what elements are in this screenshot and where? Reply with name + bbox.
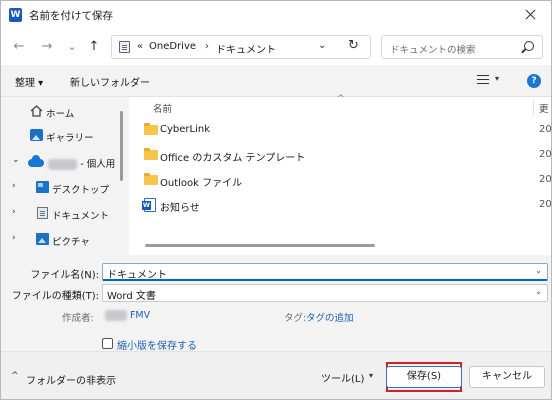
search-icon[interactable] bbox=[524, 41, 534, 51]
sidebar-item-label: ピクチャ bbox=[52, 237, 90, 248]
chevron-right-icon[interactable]: › bbox=[12, 207, 16, 217]
close-button[interactable] bbox=[515, 3, 545, 27]
search-input[interactable]: ドキュメントの検索 bbox=[390, 42, 476, 56]
view-dropdown[interactable]: ▾ bbox=[495, 74, 499, 83]
list-item[interactable]: Office のカスタム テンプレート 20 bbox=[129, 143, 551, 167]
sidebar-item-onedrive[interactable]: ⌄ ████ - 個人用 bbox=[1, 151, 123, 173]
documents-icon bbox=[119, 41, 130, 53]
column-header-name[interactable]: 名前 bbox=[153, 101, 172, 115]
back-button[interactable]: ← bbox=[10, 38, 28, 56]
folder-icon bbox=[144, 148, 158, 160]
save-thumbnail-label[interactable]: 縮小版を保存する bbox=[117, 337, 197, 352]
sidebar-item-label: ギャラリー bbox=[46, 133, 94, 144]
file-name: Outlook ファイル bbox=[160, 178, 243, 189]
chevron-up-icon[interactable]: ^ bbox=[11, 371, 19, 381]
chevron-down-icon[interactable]: ⌄ bbox=[535, 287, 542, 296]
folder-icon bbox=[144, 123, 158, 135]
file-name: Office のカスタム テンプレート bbox=[160, 153, 306, 164]
forward-button[interactable]: → bbox=[38, 38, 56, 56]
chevron-down-icon[interactable]: ⌄ bbox=[12, 155, 20, 165]
organize-menu[interactable]: 整理 ▾ bbox=[15, 74, 43, 89]
author-label: 作成者: bbox=[62, 313, 94, 324]
sidebar-item-label: ホーム bbox=[46, 109, 75, 120]
file-name: CyberLink bbox=[160, 124, 210, 135]
recent-locations-button[interactable]: ⌄ bbox=[63, 38, 81, 56]
view-options-icon[interactable] bbox=[477, 75, 489, 84]
filetype-value: Word 文書 bbox=[107, 291, 156, 302]
desktop-icon bbox=[36, 181, 49, 193]
chevron-right-icon[interactable]: › bbox=[12, 233, 16, 243]
file-name: お知らせ bbox=[160, 203, 200, 214]
tools-dropdown-icon[interactable]: ▾ bbox=[369, 371, 373, 380]
dialog-footer: ^ フォルダーの非表示 ツール(L) ▾ 保存(S) キャンセル bbox=[1, 351, 551, 399]
save-form: ファイル名(N): ドキュメント ⌄ ファイルの種類(T): Word 文書 ⌄… bbox=[1, 255, 551, 352]
column-divider[interactable] bbox=[533, 99, 534, 115]
filename-label: ファイル名(N): bbox=[30, 270, 99, 281]
tags-label: タグ: bbox=[284, 313, 307, 324]
sidebar-item-documents[interactable]: › ドキュメント bbox=[1, 203, 123, 225]
sidebar-item-label: ████ - 個人用 bbox=[48, 156, 115, 170]
navigation-bar: ← → ⌄ ↑ « OneDrive › ドキュメント ⌄ ↻ ドキュメントの検… bbox=[1, 29, 551, 65]
filename-field[interactable]: ドキュメント ⌄ bbox=[102, 263, 548, 281]
column-header-date[interactable]: 更 bbox=[539, 101, 549, 115]
list-item[interactable]: お知らせ 20 bbox=[129, 193, 551, 217]
hide-folders-button[interactable]: フォルダーの非表示 bbox=[26, 372, 116, 387]
author-value[interactable]: ███ FMV bbox=[105, 310, 150, 321]
list-item[interactable]: CyberLink 20 bbox=[129, 118, 551, 142]
sidebar-item-pictures[interactable]: › ピクチャ bbox=[1, 229, 123, 251]
sidebar-item-gallery[interactable]: ギャラリー bbox=[1, 125, 123, 147]
address-bar[interactable]: « OneDrive › ドキュメント ⌄ ↻ bbox=[111, 35, 371, 59]
chevron-right-icon[interactable]: › bbox=[205, 41, 209, 52]
save-thumbnail-checkbox[interactable] bbox=[102, 338, 113, 349]
add-tag-link[interactable]: タグの追加 bbox=[306, 310, 354, 324]
filetype-label: ファイルの種類(T): bbox=[11, 291, 99, 302]
filename-input[interactable]: ドキュメント bbox=[107, 266, 167, 281]
window-title: 名前を付けて保存 bbox=[29, 10, 113, 22]
pictures-icon bbox=[36, 233, 49, 245]
file-date: 20 bbox=[539, 149, 552, 160]
list-item[interactable]: Outlook ファイル 20 bbox=[129, 168, 551, 192]
file-list: ^ 名前 更 CyberLink 20 Office のカスタム テンプレート … bbox=[129, 94, 551, 255]
cancel-button[interactable]: キャンセル bbox=[469, 366, 545, 388]
horizontal-scrollbar[interactable] bbox=[145, 244, 375, 247]
command-bar: 整理 ▾ 新しいフォルダー ▾ ? bbox=[1, 65, 551, 97]
up-button[interactable]: ↑ bbox=[85, 38, 103, 56]
navigation-pane: ホーム ギャラリー ⌄ ████ - 個人用 › デスクトップ › ドキュメント… bbox=[1, 97, 127, 255]
save-as-dialog: W 名前を付けて保存 ← → ⌄ ↑ « OneDrive › ドキュメント ⌄… bbox=[0, 0, 552, 400]
search-box[interactable]: ドキュメントの検索 bbox=[381, 35, 543, 59]
sidebar-item-label: ドキュメント bbox=[52, 211, 110, 222]
file-date: 20 bbox=[539, 199, 552, 210]
redacted-author: ███ bbox=[105, 310, 127, 321]
file-date: 20 bbox=[539, 174, 552, 185]
home-icon bbox=[30, 105, 43, 117]
title-bar: W 名前を付けて保存 bbox=[1, 1, 551, 29]
refresh-icon[interactable]: ↻ bbox=[348, 38, 359, 53]
save-button[interactable]: 保存(S) bbox=[386, 366, 462, 388]
onedrive-cloud-icon bbox=[28, 155, 44, 167]
gallery-icon bbox=[30, 129, 43, 141]
help-icon[interactable]: ? bbox=[527, 74, 541, 88]
chevron-down-icon[interactable]: ⌄ bbox=[535, 266, 542, 275]
sidebar-item-label: デスクトップ bbox=[52, 185, 110, 196]
documents-icon bbox=[37, 207, 48, 219]
chevron-right-icon[interactable]: › bbox=[12, 181, 16, 191]
file-date: 20 bbox=[539, 124, 552, 135]
breadcrumb-onedrive[interactable]: OneDrive bbox=[149, 41, 196, 52]
breadcrumb-documents[interactable]: ドキュメント bbox=[216, 41, 276, 56]
redacted-account-name: ████ bbox=[48, 159, 78, 170]
tools-menu[interactable]: ツール(L) bbox=[321, 370, 364, 385]
address-history-dropdown[interactable]: ⌄ bbox=[318, 40, 326, 51]
new-folder-button[interactable]: 新しいフォルダー bbox=[70, 74, 150, 89]
folder-icon bbox=[144, 173, 158, 185]
column-header: ^ 名前 更 bbox=[129, 94, 551, 117]
sidebar-item-desktop[interactable]: › デスクトップ bbox=[1, 177, 123, 199]
filetype-select[interactable]: Word 文書 ⌄ bbox=[102, 284, 548, 302]
sidebar-item-home[interactable]: ホーム bbox=[1, 101, 123, 123]
sort-ascending-icon: ^ bbox=[337, 94, 345, 104]
word-app-icon: W bbox=[9, 8, 22, 22]
word-document-icon bbox=[142, 198, 156, 212]
sidebar-scrollbar[interactable] bbox=[120, 111, 123, 181]
address-overflow-icon[interactable]: « bbox=[137, 41, 143, 52]
